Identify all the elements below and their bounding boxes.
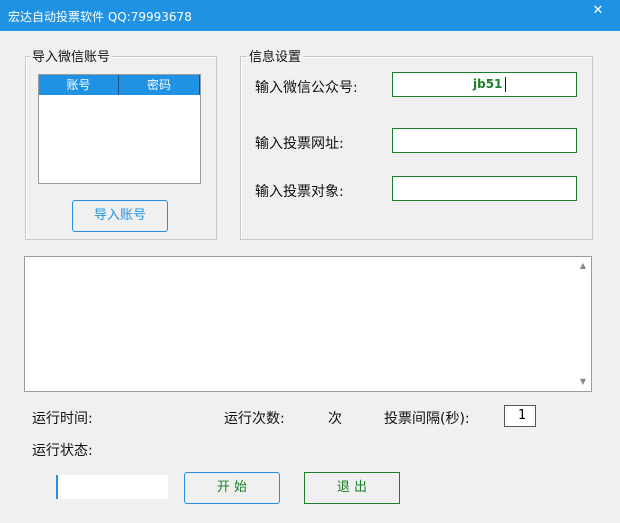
vote-interval-input[interactable]: 1 (504, 405, 536, 427)
import-account-button[interactable]: 导入账号 (72, 200, 168, 232)
column-account[interactable]: 账号 (39, 75, 119, 95)
title-bar[interactable]: 宏达自动投票软件 QQ:79993678 ✕ (0, 0, 620, 31)
vote-url-label: 输入投票网址: (255, 136, 344, 152)
close-icon[interactable]: ✕ (583, 2, 613, 20)
settings-group-label: 信息设置 (247, 46, 304, 65)
wechat-account-label: 输入微信公众号: (255, 80, 358, 96)
run-state-label: 运行状态: (32, 443, 93, 459)
scroll-up-icon[interactable]: ▲ (575, 259, 591, 273)
run-count-label: 运行次数: (224, 411, 285, 427)
scroll-down-icon[interactable]: ▼ (575, 375, 591, 389)
window-title: 宏达自动投票软件 QQ:79993678 (8, 10, 192, 24)
run-time-label: 运行时间: (32, 411, 93, 427)
state-input[interactable] (56, 475, 168, 499)
text-cursor (505, 77, 506, 92)
log-textarea[interactable]: ▲ ▼ (24, 256, 592, 392)
start-button[interactable]: 开 始 (184, 472, 280, 504)
account-list[interactable]: 账号 密码 (38, 74, 201, 184)
vote-target-label: 输入投票对象: (255, 184, 344, 200)
account-list-header: 账号 密码 (39, 75, 200, 95)
exit-button[interactable]: 退 出 (304, 472, 400, 504)
account-group-label: 导入微信账号 (30, 46, 113, 65)
vote-url-input[interactable] (392, 128, 577, 153)
vote-interval-value: 1 (518, 408, 527, 423)
run-count-unit: 次 (328, 411, 342, 427)
wechat-account-value: jb51 (473, 77, 503, 91)
vote-interval-label: 投票间隔(秒): (384, 411, 470, 427)
wechat-account-input[interactable]: jb51 (392, 72, 577, 97)
log-scrollbar[interactable]: ▲ ▼ (575, 257, 591, 391)
vote-target-input[interactable] (392, 176, 577, 201)
column-password[interactable]: 密码 (119, 75, 200, 95)
app-window: 宏达自动投票软件 QQ:79993678 ✕ 导入微信账号 账号 密码 导入账号… (0, 0, 620, 523)
